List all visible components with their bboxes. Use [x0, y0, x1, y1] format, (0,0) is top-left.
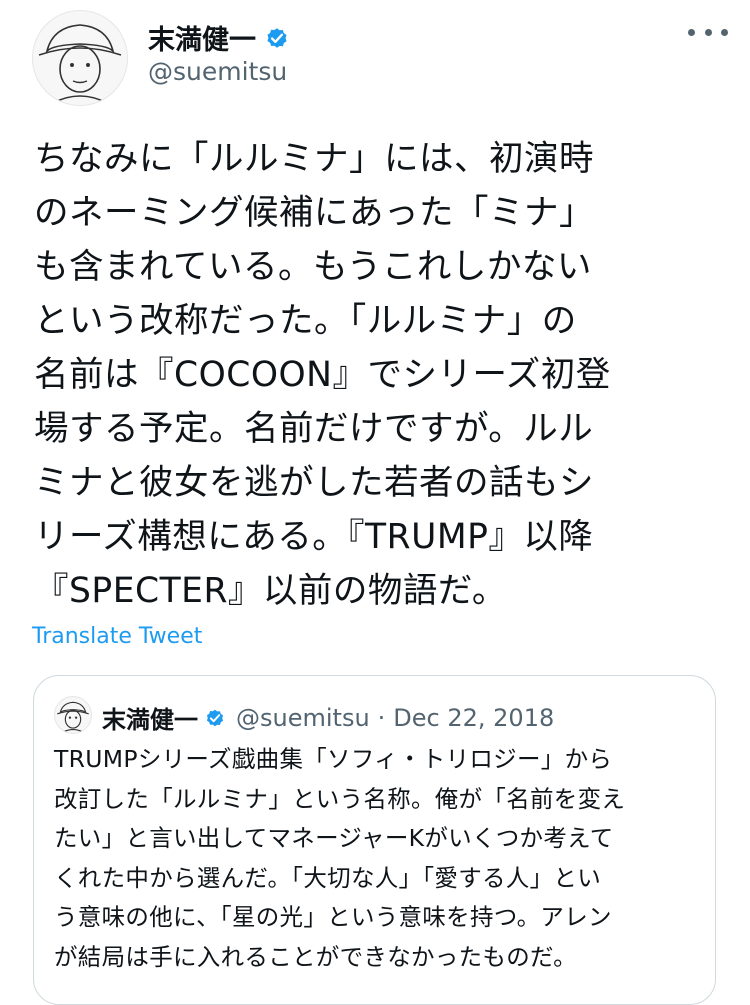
quoted-separator: · — [377, 703, 386, 732]
quoted-text-line: 改訂した「ルルミナ」という名称。俺が「名前を変え — [54, 784, 626, 813]
quoted-handle: @suemitsu — [236, 703, 370, 732]
tweet-text-line: 名前は『COCOON』でシリーズ初登 — [34, 355, 611, 395]
tweet-text-line: 場する予定。名前だけですが。ルル — [34, 409, 594, 449]
verified-badge-icon — [267, 27, 287, 48]
tweet-text-line: リーズ構想にある。『TRUMP』以降 — [34, 517, 594, 557]
more-dot — [721, 28, 728, 36]
more-dot — [704, 28, 712, 36]
quoted-text-line: TRUMPシリーズ戯曲集「ソフィ・トリロジー」から — [54, 745, 613, 773]
tweet-text-line: という改称だった。「ルルミナ」の — [34, 301, 577, 341]
tweet-text-line: ちなみに「ルルミナ」には、初演時 — [34, 139, 594, 179]
avatar[interactable] — [32, 10, 128, 106]
quoted-avatar[interactable] — [54, 696, 92, 734]
more-dot — [688, 28, 695, 36]
quoted-text-line: くれた中から選んだ。「大切な人」「愛する人」とい — [54, 863, 601, 892]
quoted-display-name: 末満健一 — [102, 706, 198, 734]
author-handle[interactable]: @suemitsu — [148, 57, 287, 86]
verified-badge-icon — [206, 709, 224, 726]
tweet-text-line: ミナと彼女を逃がした若者の話もシ — [34, 463, 594, 503]
quoted-header: 末満健一 @suemitsu · Dec 22, 2018 — [102, 700, 554, 735]
tweet-text-line: 『SPECTER』以前の物語だ。 — [34, 571, 507, 611]
quoted-text-line: が結局は手に入れることができなかったものだ。 — [54, 942, 577, 971]
quoted-text-line: たい」と言い出してマネージャーKがいくつか考えて — [54, 824, 614, 852]
quoted-text: TRUMPシリーズ戯曲集「ソフィ・トリロジー」から 改訂した「ルルミナ」という名… — [54, 740, 704, 977]
tweet-text: ちなみに「ルルミナ」には、初演時 のネーミング候補にあった「ミナ」 も含まれてい… — [34, 132, 724, 618]
more-options-icon[interactable] — [688, 20, 728, 44]
tweet-text-line: のネーミング候補にあった「ミナ」 — [34, 193, 594, 233]
tweet-text-line: も含まれている。もうこれしかない — [34, 247, 592, 287]
author-name-row: 末満健一 — [148, 18, 290, 57]
quoted-date: Dec 22, 2018 — [393, 703, 555, 732]
quoted-text-line: う意味の他に、「星の光」という意味を持つ。アレン — [54, 903, 612, 931]
translate-tweet-link[interactable]: Translate Tweet — [32, 624, 202, 649]
quoted-tweet[interactable]: 末満健一 @suemitsu · Dec 22, 2018 TRUMPシリーズ戯… — [33, 675, 716, 1005]
author-display-name[interactable]: 末満健一 — [148, 18, 256, 57]
